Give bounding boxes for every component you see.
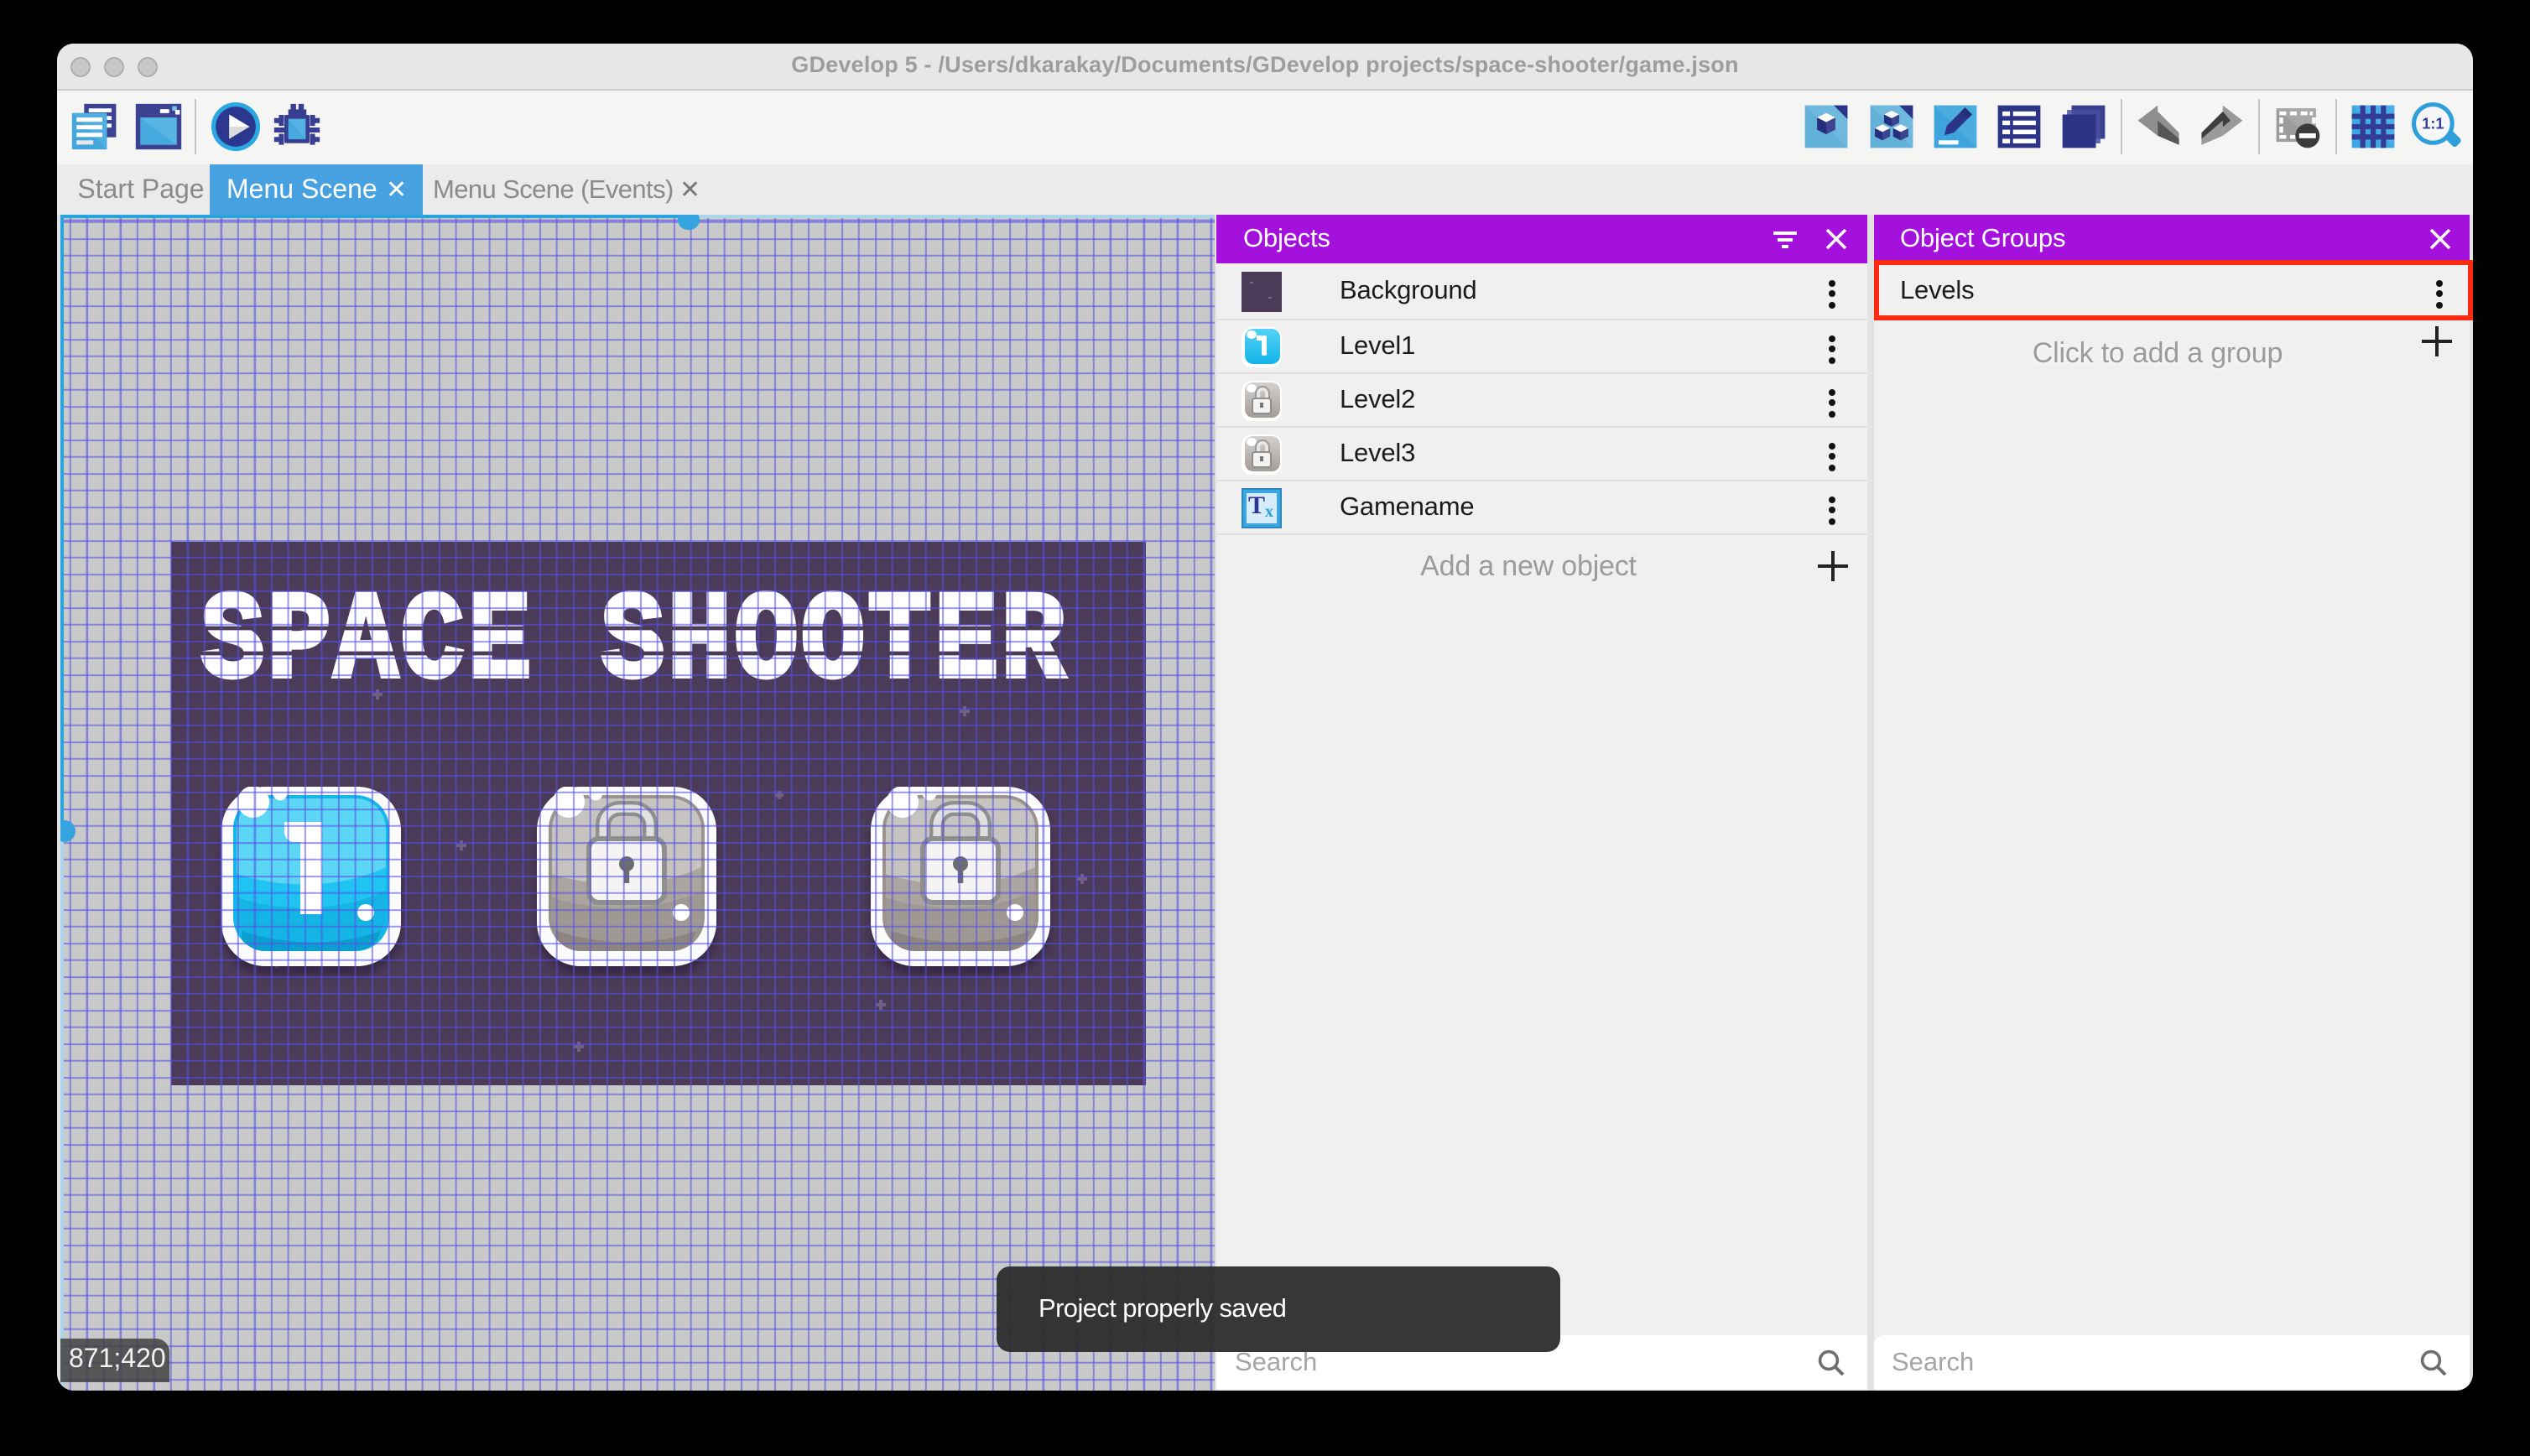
svg-text:SPACE SHOOTER: SPACE SHOOTER — [200, 573, 1067, 713]
svg-text:1:1: 1:1 — [2422, 116, 2444, 133]
